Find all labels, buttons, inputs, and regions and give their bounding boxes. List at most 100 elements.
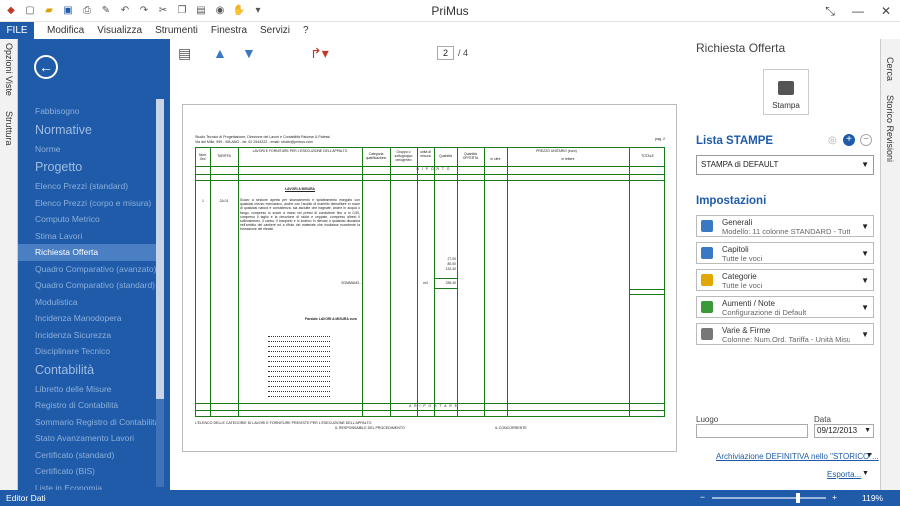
pen-icon [701, 328, 713, 340]
tab-struttura-label: Struttura [4, 111, 14, 146]
remove-icon[interactable]: − [860, 134, 872, 146]
menu-visualizza[interactable]: Visualizza [97, 25, 142, 36]
prev-page-icon[interactable]: ▲ [213, 45, 227, 61]
zoom-level: 119% [862, 493, 884, 503]
add-icon[interactable]: + [843, 134, 855, 146]
right-panel: Richiesta Offerta Stampa Lista STAMPE ◎ … [690, 39, 880, 490]
sound-icon[interactable]: ◎ [828, 135, 837, 146]
printer-icon [778, 81, 794, 95]
doc-header-line1: Studio Tecnico di Progettazione, Direzio… [195, 135, 330, 139]
folder-icon [701, 274, 713, 286]
chevron-down-icon: ▼ [861, 276, 869, 285]
riporto-label: R I P O R T O [416, 167, 451, 171]
nav-item[interactable]: Sommario Registro di Contabilità [18, 414, 159, 431]
archiviazione-chevron-icon[interactable]: ▼ [866, 452, 873, 459]
nav-item[interactable]: Quadro Comparativo (standard) [18, 277, 158, 294]
row-tariffa: 2A.01 [219, 199, 229, 203]
col-totale: TOTALE [641, 154, 654, 158]
status-bar: Editor Dati − + 119% [0, 490, 900, 506]
zoom-slider[interactable] [712, 497, 826, 499]
title-bar: ◆ ▢ ▰ ▣ ⎙ ✎ ↶ ↷ ✂ ❐ ▤ ◉ ✋ ▾ PriMus ⤡ — ✕ [0, 0, 900, 22]
window-title: PriMus [431, 4, 469, 18]
setting-4[interactable]: Aumenti / Note Configurazione di Default ▼ [696, 296, 874, 318]
navigation-panel: ← Fabbisogno Normative Norme Progetto Elenco… [18, 39, 170, 490]
nav-item[interactable]: Richiesta Offerta [18, 244, 158, 261]
tab-opzioni-viste[interactable]: Opzioni Viste [1, 43, 17, 103]
row-sommano: SOMMANO... [341, 281, 362, 285]
setting-title: Aumenti / Note [722, 299, 775, 308]
calendar-chevron-icon[interactable]: ▼ [864, 425, 871, 437]
nav-item[interactable]: Elenco Prezzi (standard) [18, 178, 158, 195]
menu-strumenti[interactable]: Strumenti [155, 25, 198, 36]
setting-2[interactable]: Capitoli Tutte le voci ▼ [696, 242, 874, 264]
nav-item[interactable]: Norme [18, 141, 158, 158]
lista-stampe-title: Lista STAMPE [696, 135, 774, 147]
col-in-lettere: in lettere [561, 157, 575, 161]
nav-section-header: Progetto [35, 160, 83, 174]
stampa-button[interactable]: Stampa [763, 69, 809, 115]
data-label: Data [814, 415, 831, 424]
doc-footer: L'ELENCO DELLE CATEGORIE DI LAVORI E FOR… [195, 421, 527, 430]
table-icon [701, 220, 713, 232]
nav-item[interactable]: Certificato (standard) [18, 447, 158, 464]
nav-item[interactable]: Modulistica [18, 294, 158, 311]
stampa-label: Stampa [772, 101, 800, 110]
chevron-down-icon: ▼ [861, 303, 869, 312]
tab-cerca[interactable]: Cerca [882, 57, 898, 87]
nav-item[interactable]: Fabbisogno [18, 103, 158, 120]
back-button[interactable]: ← [34, 55, 58, 79]
menu-modifica[interactable]: Modifica [47, 25, 84, 36]
nav-scroll-thumb[interactable] [156, 99, 164, 399]
setting-subtitle: Configurazione di Default [722, 308, 807, 317]
nav-item[interactable]: Elenco Prezzi (corpo e misura) [18, 195, 158, 212]
nav-section-header: Normative [35, 122, 92, 137]
impostazioni-title: Impostazioni [696, 195, 767, 207]
nav-item[interactable]: Libretto delle Misure [18, 381, 158, 398]
nav-item[interactable]: Registro di Contabilità [18, 397, 158, 414]
tab-opzioni-viste-label: Opzioni Viste [4, 43, 14, 96]
data-value: 09/12/2013 [817, 426, 858, 435]
close-button[interactable]: ✕ [872, 0, 900, 22]
zoom-slider-knob[interactable] [796, 493, 800, 503]
zoom-out-icon[interactable]: − [700, 492, 705, 502]
setting-1[interactable]: Generali Modello: 11 colonne STANDARD - T… [696, 215, 874, 237]
luogo-input[interactable] [696, 424, 808, 438]
nav-item[interactable]: Liste in Economia [18, 480, 158, 491]
nav-item[interactable]: Computo Metrico [18, 211, 158, 228]
col-desc: LAVORI E FORNITURE PER L'ESECUZIONE DELL… [252, 149, 348, 153]
nav-item[interactable]: Incidenza Sicurezza [18, 327, 158, 344]
data-input[interactable]: 09/12/2013 ▼ [814, 424, 874, 438]
lista-stampe-select[interactable]: STAMPA di DEFAULT ▼ [696, 155, 874, 175]
restore-button[interactable]: ⤡ [816, 0, 844, 22]
nav-item[interactable]: Quadro Comparativo (avanzato) [18, 261, 158, 278]
file-menu[interactable]: FILE [0, 22, 34, 39]
menu-finestra[interactable]: Finestra [211, 25, 247, 36]
nav-item[interactable]: Stima Lavori [18, 228, 158, 245]
col-num: Num. Ord. [198, 153, 208, 161]
nav-item[interactable]: Stato Avanzamento Lavori [18, 430, 158, 447]
nav-item[interactable]: Disciplinare Tecnico [18, 343, 158, 360]
col-quantita-offerta: Quantità OFFERTA [462, 152, 479, 160]
tab-struttura[interactable]: Struttura [1, 111, 17, 161]
archiviazione-link[interactable]: Archiviazione DEFINITIVA nello "STORICO"… [716, 452, 879, 461]
esporta-link[interactable]: Esporta... [827, 470, 861, 479]
tab-storico-revisioni[interactable]: Storico Revisioni [882, 95, 898, 165]
tab-cerca-label: Cerca [885, 57, 895, 82]
nav-scrollbar[interactable] [156, 99, 164, 487]
zoom-in-icon[interactable]: + [832, 492, 837, 502]
riportare-label: A R I P O R T A R E [409, 404, 458, 408]
export-icon[interactable]: ↱▾ [310, 45, 329, 62]
minimize-button[interactable]: — [844, 0, 872, 22]
page-input[interactable]: 2 [437, 46, 454, 60]
row-description: Scavo a sezione aperta per sbancamento e… [240, 198, 360, 232]
menu-servizi[interactable]: Servizi [260, 25, 290, 36]
layout-icon[interactable]: ▤ [178, 45, 191, 62]
esporta-chevron-icon[interactable]: ▼ [862, 470, 869, 477]
setting-5[interactable]: Varie & Firme Colonne: Num.Ord. Tariffa -… [696, 323, 874, 345]
setting-3[interactable]: Categorie Tutte le voci ▼ [696, 269, 874, 291]
nav-item[interactable]: Certificato (BIS) [18, 463, 158, 480]
col-unita: unità di misura [420, 150, 431, 158]
next-page-icon[interactable]: ▼ [242, 45, 256, 61]
nav-item[interactable]: Incidenza Manodopera [18, 310, 158, 327]
menu-help[interactable]: ? [303, 25, 309, 36]
